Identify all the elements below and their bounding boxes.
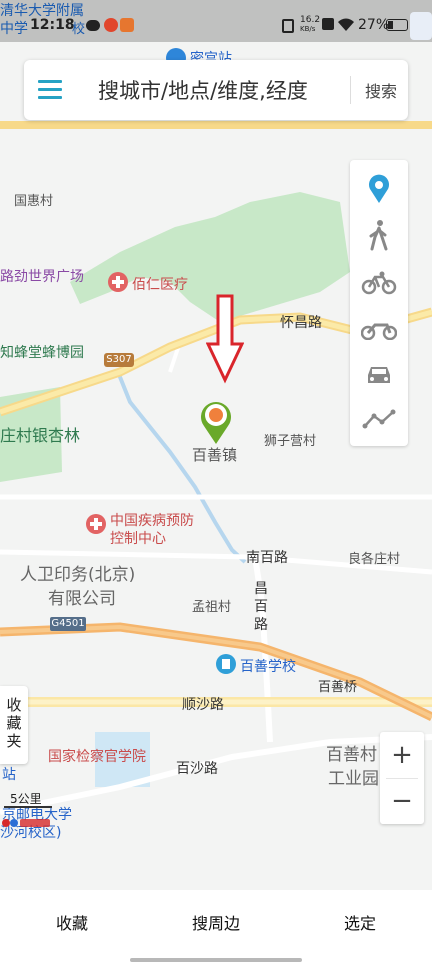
s307-badge: S307 (104, 353, 134, 367)
map-label-baishan-park-2[interactable]: 工业园 (328, 764, 379, 789)
travel-mode-panel (350, 160, 408, 446)
map-label-baisha[interactable]: 百沙路 (176, 758, 218, 778)
route-icon (362, 409, 396, 429)
hospital-icon[interactable] (108, 272, 128, 292)
search-divider (350, 76, 351, 104)
menu-icon[interactable] (38, 80, 62, 100)
weibo-icon (104, 18, 118, 32)
status-overlay-suffix: 校 (72, 22, 86, 37)
location-pin-icon (369, 174, 389, 203)
map-label-procurator[interactable]: 国家检察官学院 (48, 746, 146, 766)
car-mode-button[interactable] (350, 352, 408, 398)
walk-icon (369, 220, 388, 251)
status-time: 12:18 (30, 17, 75, 33)
map-label-zhuangcun[interactable]: 庄村银杏林 (0, 422, 80, 446)
route-mode-button[interactable] (350, 396, 408, 442)
map-label-changbai-3[interactable]: 路 (254, 614, 268, 634)
map-label-shizi[interactable]: 狮子营村 (264, 430, 316, 449)
map-label-renwei-2[interactable]: 有限公司 (48, 584, 116, 609)
net-speed-unit: KB/s (300, 25, 316, 33)
map-label-baishan-park-1[interactable]: 百善村 (326, 740, 377, 765)
cloud-icon (86, 20, 100, 31)
bicycle-icon (361, 271, 397, 295)
map-label-renwei-1[interactable]: 人卫印务(北京) (20, 560, 135, 585)
map-label-mengzu[interactable]: 孟祖村 (192, 596, 231, 615)
map-label-zhan[interactable]: 站 (2, 764, 16, 784)
location-marker (198, 398, 234, 446)
search-nearby-button[interactable]: 搜周边 (192, 910, 240, 934)
search-input[interactable] (96, 72, 360, 110)
map-label-cdc-2[interactable]: 控制中心 (110, 528, 166, 548)
status-overlay-line2: 中学 (0, 21, 28, 37)
map-label-cdc-1[interactable]: 中国疾病预防 (110, 510, 194, 530)
favorites-button[interactable]: 收藏 (56, 910, 88, 934)
floating-app-icon[interactable] (410, 12, 432, 40)
walk-mode-button[interactable] (350, 212, 408, 258)
map-label-changbai-1[interactable]: 昌 (254, 578, 268, 598)
vibrate-icon (282, 19, 294, 33)
school-icon[interactable] (216, 654, 236, 674)
map-label-huaichang[interactable]: 怀昌路 (280, 312, 322, 332)
map-label-baishan-bridge[interactable]: 百善桥 (318, 676, 357, 695)
baidu-logo (2, 816, 52, 830)
zoom-controls: + − (380, 732, 424, 824)
zoom-out-button[interactable]: − (380, 778, 424, 824)
map-label-guohui[interactable]: 国惠村 (14, 190, 53, 209)
cdc-hospital-icon[interactable] (86, 514, 106, 534)
favorites-side-button[interactable]: 收藏夹 (0, 686, 28, 764)
x-icon (322, 18, 334, 30)
pointer-arrow (206, 294, 244, 384)
map-label-nanbai[interactable]: 南百路 (246, 547, 288, 567)
car-icon (368, 367, 390, 383)
map-label-shunsha[interactable]: 顺沙路 (182, 694, 224, 714)
map-label-bairen[interactable]: 佰仁医疗 (132, 274, 188, 294)
location-mode-button[interactable] (350, 166, 408, 212)
home-indicator[interactable] (130, 958, 302, 962)
wifi-icon (338, 17, 354, 31)
status-bar: 清华大学附属 中学 12:18 校 16.2 KB/s 27% (0, 0, 432, 42)
battery-percent: 27% (358, 17, 390, 33)
search-bar: 搜索 (24, 60, 408, 120)
map-label-baishan-school[interactable]: 百善学校 (240, 656, 296, 676)
bottom-action-bar: 收藏 搜周边 选定 (0, 890, 432, 964)
motorcycle-mode-button[interactable] (350, 306, 408, 352)
confirm-select-button[interactable]: 选定 (344, 910, 376, 934)
map-label-liangge[interactable]: 良各庄村 (348, 548, 400, 567)
bicycle-mode-button[interactable] (350, 260, 408, 306)
map-label-lujin[interactable]: 路劲世界广场 (0, 266, 84, 286)
g4501-badge: G4501 (50, 617, 86, 631)
net-speed: 16.2 (300, 15, 321, 25)
map-label-changbai-2[interactable]: 百 (254, 596, 268, 616)
battery-icon (386, 19, 408, 31)
map-label-zhifeng[interactable]: 知蜂堂蜂博园 (0, 342, 84, 362)
app-notification-icon (120, 18, 134, 32)
scale-label: 5公里 (10, 792, 42, 806)
map-label-baishan-town[interactable]: 百善镇 (192, 444, 237, 465)
search-button[interactable]: 搜索 (358, 74, 404, 106)
motorcycle-icon (361, 323, 397, 340)
scale-bar (4, 806, 52, 808)
zoom-in-button[interactable]: + (380, 732, 424, 778)
